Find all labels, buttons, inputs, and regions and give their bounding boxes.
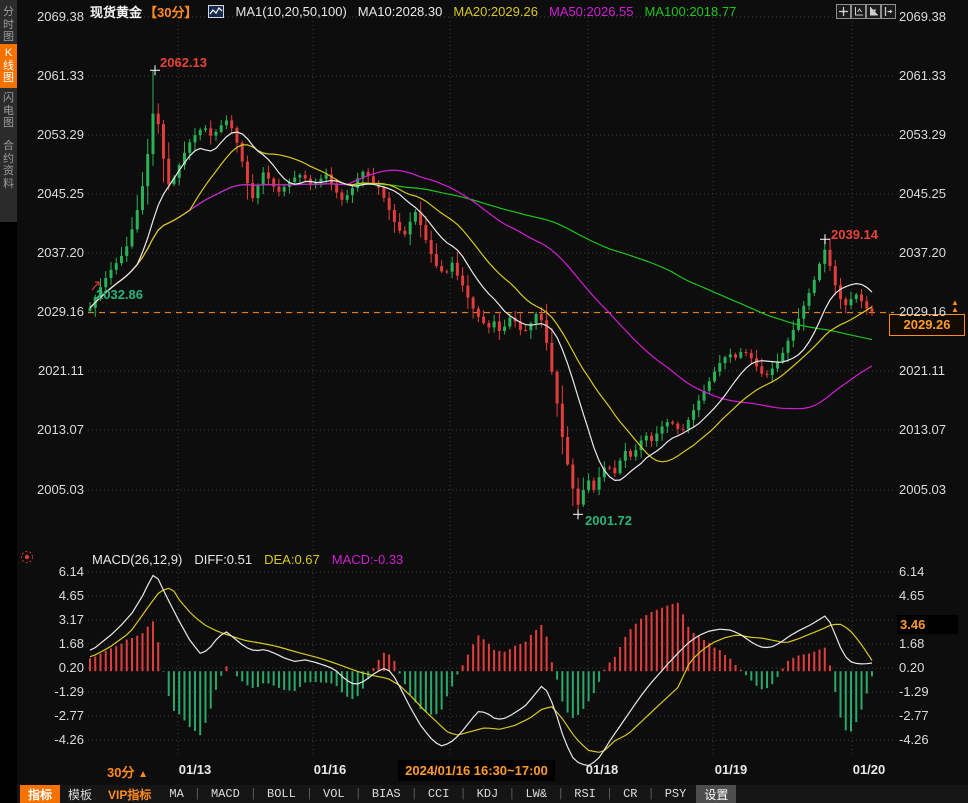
toolbar-separator: |: [306, 787, 313, 801]
trading-app-window: 分时图K线图闪电图合约资料 现货黄金 【30分】 MA1(10,20,50,10…: [0, 0, 968, 803]
annotation-swing-high: 2039.14: [831, 227, 878, 242]
hover-time-label: 2024/01/16 16:30~17:00 二: [398, 760, 555, 781]
macd-axis-label-right: -2.77: [899, 708, 965, 723]
chart-type-icon[interactable]: [208, 5, 224, 18]
sidebar-tab-2[interactable]: K线图: [0, 44, 17, 88]
toolbar-item-VIP指标[interactable]: VIP指标: [100, 785, 159, 803]
toolbar-item-模板[interactable]: 模板: [60, 785, 100, 803]
axis-scale-icon[interactable]: [851, 4, 866, 19]
period-selector[interactable]: 30分 ▲: [107, 762, 148, 781]
price-axis-label-right: 2013.07: [899, 422, 965, 437]
toolbar-item-LW&[interactable]: LW&: [515, 786, 557, 802]
toolbar-item-CR[interactable]: CR: [613, 786, 647, 802]
price-axis-label-left: 2053.29: [18, 127, 84, 142]
annotation-low: 2001.72: [585, 513, 632, 528]
bottom-toolbar: 指标模板VIP指标MA|MACD|BOLL|VOL|BIAS|CCI|KDJ|L…: [17, 785, 968, 803]
toolbar-separator: |: [250, 787, 257, 801]
macd-axis-label-right: 0.20: [899, 660, 965, 675]
axis-pan-icon[interactable]: [866, 4, 881, 19]
macd-macd-value: MACD:-0.33: [332, 552, 404, 567]
macd-axis-label-right: 1.68: [899, 636, 965, 651]
price-axis-label-left: 2029.16: [18, 304, 84, 319]
toolbar-separator: |: [508, 787, 515, 801]
macd-axis-label-left: -2.77: [18, 708, 84, 723]
chart-header: 现货黄金 【30分】 MA1(10,20,50,100) MA10:2028.3…: [90, 3, 736, 19]
macd-dea-value: DEA:0.67: [264, 552, 320, 567]
macd-axis-label-right: 4.65: [899, 588, 965, 603]
price-axis-label-left: 2005.03: [18, 482, 84, 497]
macd-axis-label-right: 6.14: [899, 564, 965, 579]
x-axis-row: 30分 ▲ 2024/01/16 16:30~17:00 二 01/13 01/1…: [17, 758, 968, 785]
price-axis-label-right: 2045.25: [899, 186, 965, 201]
x-axis-label: 01/13: [179, 762, 212, 777]
toolbar-item-CCI[interactable]: CCI: [418, 786, 460, 802]
macd-params-label: MACD(26,12,9): [92, 552, 182, 567]
price-axis-label-left: 2045.25: [18, 186, 84, 201]
toolbar-item-设置[interactable]: 设置: [696, 785, 736, 803]
price-axis-label-right: 2053.29: [899, 127, 965, 142]
symbol-name: 现货黄金: [90, 2, 142, 21]
macd-axis-label-left: 0.20: [18, 660, 84, 675]
price-axis-label-right: 2037.20: [899, 245, 965, 260]
x-axis-label: 01/18: [586, 762, 619, 777]
price-axis-label-right: 2069.38: [899, 9, 965, 24]
macd-axis-label-right: -1.29: [899, 684, 965, 699]
toolbar-item-BOLL[interactable]: BOLL: [257, 786, 306, 802]
indicator-dot-icon[interactable]: [20, 550, 34, 564]
toolbar-item-KDJ[interactable]: KDJ: [467, 786, 509, 802]
ma10-value: MA10:2028.30: [358, 4, 443, 19]
macd-axis-label-left: 1.68: [18, 636, 84, 651]
toolbar-separator: |: [411, 787, 418, 801]
price-axis-label-right: 2061.33: [899, 68, 965, 83]
toolbar-item-MACD[interactable]: MACD: [201, 786, 250, 802]
price-axis-label-left: 2013.07: [18, 422, 84, 437]
price-axis-label-right: 2005.03: [899, 482, 965, 497]
toolbar-item-RSI[interactable]: RSI: [564, 786, 606, 802]
sidebar-tab-3[interactable]: 闪电图: [0, 89, 17, 133]
macd-axis-label-right: -4.26: [899, 732, 965, 747]
crosshair-icon[interactable]: [836, 4, 851, 19]
price-axis-label-left: 2061.33: [18, 68, 84, 83]
shift-right-icon[interactable]: [881, 4, 896, 19]
annotation-start: 2032.86: [96, 287, 143, 302]
macd-axis-label-left: -4.26: [18, 732, 84, 747]
x-axis-label: 01/16: [314, 762, 347, 777]
x-axis-label: 01/20: [853, 762, 886, 777]
period-badge: 【30分】: [144, 2, 197, 21]
price-axis-label-right: 2029.16: [899, 304, 965, 319]
toolbar-separator: |: [606, 787, 613, 801]
price-axis-label-left: 2069.38: [18, 9, 84, 24]
macd-highlight-value: 3.46: [897, 615, 958, 634]
ma50-value: MA50:2026.55: [549, 4, 634, 19]
price-axis-label-left: 2037.20: [18, 245, 84, 260]
toolbar-separator: |: [194, 787, 201, 801]
macd-axis-label-left: 6.14: [18, 564, 84, 579]
ma20-value: MA20:2029.26: [453, 4, 538, 19]
toolbar-item-BIAS[interactable]: BIAS: [362, 786, 411, 802]
macd-header: MACD(26,12,9) DIFF:0.51 DEA:0.67 MACD:-0…: [92, 552, 403, 567]
price-axis-label-left: 2021.11: [18, 363, 84, 378]
x-axis-label: 01/19: [715, 762, 748, 777]
toolbar-separator: |: [355, 787, 362, 801]
macd-axis-label-left: 3.17: [18, 612, 84, 627]
ma-params-label: MA1(10,20,50,100): [235, 4, 346, 19]
annotation-high: 2062.13: [160, 55, 207, 70]
ma100-value: MA100:2018.77: [645, 4, 737, 19]
toolbar-item-PSY[interactable]: PSY: [655, 786, 697, 802]
toolbar-item-MA[interactable]: MA: [159, 786, 193, 802]
toolbar-item-VOL[interactable]: VOL: [313, 786, 355, 802]
toolbar-separator: |: [459, 787, 466, 801]
chevron-up-icon: ▲: [138, 769, 148, 780]
price-axis-label-right: 2021.11: [899, 363, 965, 378]
sidebar: 分时图K线图闪电图合约资料: [0, 0, 17, 803]
macd-axis-label-left: -1.29: [18, 684, 84, 699]
macd-axis-label-left: 4.65: [18, 588, 84, 603]
macd-diff-value: DIFF:0.51: [194, 552, 252, 567]
sidebar-tab-4[interactable]: 合约资料: [0, 137, 17, 193]
toolbar-separator: |: [557, 787, 564, 801]
sidebar-tab-1[interactable]: 分时图: [0, 3, 17, 47]
toolbar-item-指标[interactable]: 指标: [20, 785, 60, 803]
toolbar-separator: |: [648, 787, 655, 801]
